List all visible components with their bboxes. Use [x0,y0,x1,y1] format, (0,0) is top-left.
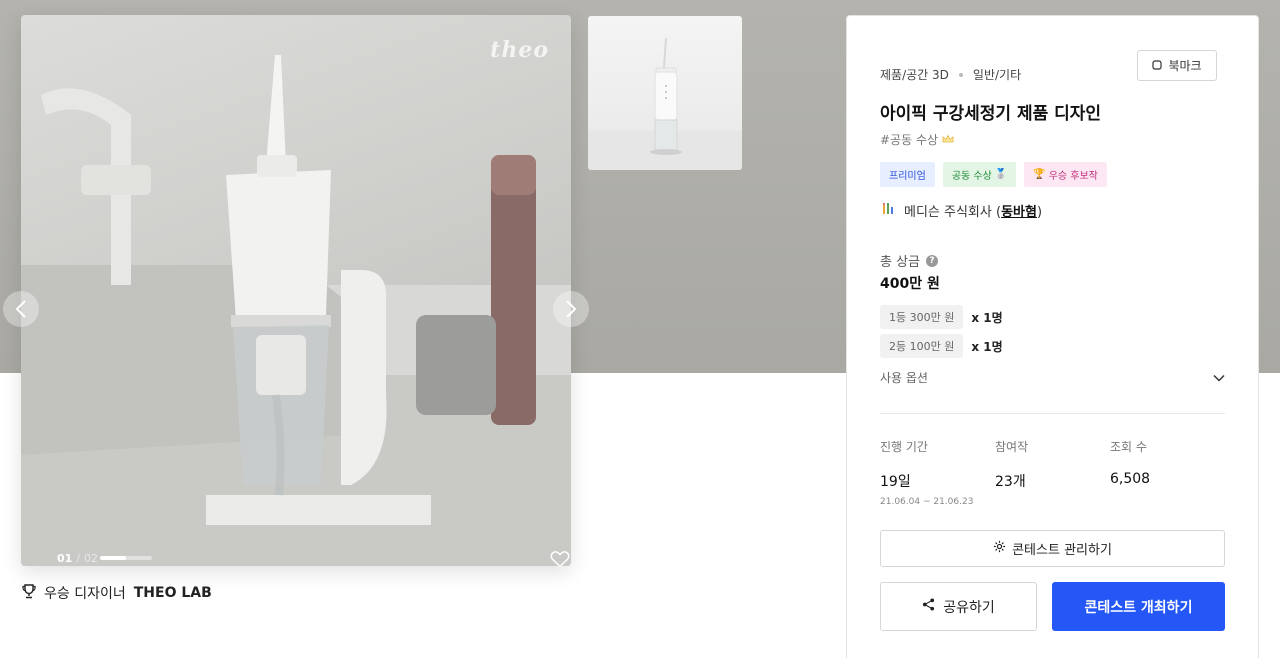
slide-current: 01 [57,552,73,565]
stat-views-label: 조회 수 [1110,440,1147,454]
slide-counter: 01 / 02 [57,552,98,565]
total-prize-label-text: 총 상금 [880,255,921,270]
trophy-icon [22,583,36,603]
stat-entries-label: 참여작 [995,440,1029,454]
bookmark-button[interactable]: 북마크 [1137,50,1217,81]
host-contest-button[interactable]: 콘테스트 개최하기 [1052,582,1225,631]
stat-duration: 진행 기간 19일 21.06.04 ~ 21.06.23 [880,438,995,507]
stat-entries: 참여작 23개 [995,438,1110,507]
stat-entries-value: 23개 [995,474,1026,490]
brand-watermark: theo [490,37,549,63]
prize-row: 2등 100만 원 x 1명 [880,334,1003,358]
help-icon[interactable]: ? [926,254,939,267]
total-prize-value: 400만 원 [880,276,940,292]
options-label: 사용 옵션 [880,371,928,385]
prize-row: 1등 300만 원 x 1명 [880,305,1003,329]
bookmark-label: 북마크 [1168,59,1202,73]
manage-contest-label: 콘테스트 관리하기 [1012,543,1112,558]
water-flosser-illustration [21,55,571,566]
hashtag: #공동 수상 [880,131,954,148]
heart-icon [550,550,570,566]
trophy-badge-icon: 🏆 [1033,169,1046,180]
company-name: 메디슨 주식회사 ( [904,205,1002,220]
co-award-badge-label: 공동 수상 [951,171,992,182]
share-button[interactable]: 공유하기 [880,582,1037,631]
winner-name[interactable]: THEO LAB [134,585,212,601]
winner-prefix: 우승 디자이너 [44,586,126,602]
slide-progress-fill [100,556,126,560]
prize-count: x 1명 [971,310,1003,325]
badge-list: 프리미엄 공동 수상 🥈 🏆 우승 후보작 [880,162,1107,187]
divider [880,413,1225,414]
company-logo-icon [882,202,894,220]
bookmark-icon [1152,59,1163,73]
premium-badge: 프리미엄 [880,162,935,187]
winner-designer: 우승 디자이너 THEO LAB [22,583,212,603]
crown-icon [942,133,954,147]
chevron-left-icon [15,300,26,318]
thumbnail-product-illustration [588,37,742,170]
options-toggle[interactable]: 사용 옵션 [880,369,1225,386]
stat-duration-value: 19일 [880,474,911,490]
next-image-button[interactable] [553,291,589,327]
gear-icon [993,540,1006,557]
thumbnail-image[interactable] [588,16,742,170]
premium-badge-label: 프리미엄 [889,171,926,182]
previous-image-button[interactable] [3,291,39,327]
medal-icon: 🥈 [994,169,1008,180]
chevron-down-icon [1213,371,1225,385]
prize-rank-chip: 1등 300만 원 [880,305,964,329]
breadcrumb-category[interactable]: 제품/공간 3D [880,66,949,83]
share-label: 공유하기 [943,599,995,616]
page-title: 아이픽 구강세정기 제품 디자인 [880,104,1102,124]
contest-info-panel: 제품/공간 3D 일반/기타 북마크 아이픽 구강세정기 제품 디자인 #공동 … [846,15,1259,658]
manage-contest-button[interactable]: 콘테스트 관리하기 [880,530,1225,567]
winner-candidate-badge-label: 우승 후보작 [1048,171,1098,182]
breadcrumb: 제품/공간 3D 일반/기타 [880,66,1021,83]
like-button[interactable]: 6 [550,550,571,566]
total-prize-label: 총 상금 ? [880,251,939,270]
hashtag-text[interactable]: #공동 수상 [880,131,938,148]
host-contest-label: 콘테스트 개최하기 [1084,599,1193,616]
company-info: 메디슨 주식회사 (동바혐) [882,201,1042,220]
slide-separator: / [76,552,81,565]
winner-candidate-badge: 🏆 우승 후보작 [1024,162,1107,187]
slide-progress-bar [100,556,152,560]
company-suffix: ) [1036,205,1043,220]
stat-duration-label: 진행 기간 [880,440,928,454]
stat-views-value: 6,508 [1110,471,1151,487]
stat-duration-range: 21.06.04 ~ 21.06.23 [880,497,974,507]
breadcrumb-dot [958,72,963,77]
share-icon [922,598,935,615]
prize-rank-chip: 2등 100만 원 [880,334,964,358]
slide-total: 02 [84,552,99,565]
co-award-badge: 공동 수상 🥈 [942,162,1017,187]
stat-views: 조회 수 6,508 [1110,438,1225,507]
breadcrumb-subcategory[interactable]: 일반/기타 [973,66,1021,83]
main-product-image[interactable]: theo 01 / 02 6 [21,15,571,566]
chevron-right-icon [566,300,577,318]
company-user-link[interactable]: 동바혐 [1001,205,1037,220]
prize-count: x 1명 [971,339,1003,354]
contest-stats: 진행 기간 19일 21.06.04 ~ 21.06.23 참여작 23개 조회… [880,438,1225,507]
